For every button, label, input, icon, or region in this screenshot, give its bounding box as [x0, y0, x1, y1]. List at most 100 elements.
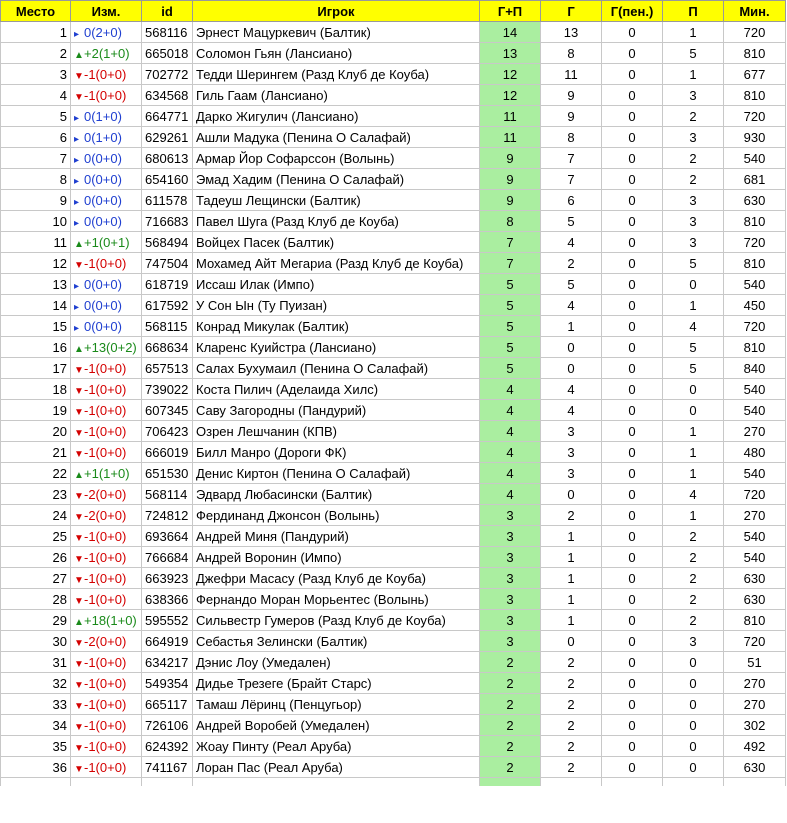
player-name-cell: Павел Шуга (Разд Клуб де Коуба) — [192, 210, 480, 232]
col-header-assists[interactable]: П — [662, 0, 724, 22]
change-value: +2(1+0) — [84, 45, 130, 61]
header-row: Место Изм. id Игрок Г+П Г Г(пен.) П Мин. — [0, 0, 786, 22]
table-row: 36 ▼-1(0+0) 741167 Лоран Пас (Реал Аруба) 2 2… — [0, 756, 786, 778]
goals-cell: 4 — [540, 231, 602, 253]
minutes-cell: 270 — [723, 504, 786, 526]
player-name-cell: Соломон Гьян (Лансиано) — [192, 42, 480, 64]
empty-cell — [601, 777, 663, 786]
change-value: 0(0+0) — [84, 318, 122, 334]
player-id-cell: 716683 — [141, 210, 193, 232]
change-value: 0(1+0) — [84, 108, 122, 124]
player-name-cell: Салах Бухумаил (Пенина О Салафай) — [192, 357, 480, 379]
minutes-cell: 810 — [723, 336, 786, 358]
player-id-cell: 739022 — [141, 378, 193, 400]
change-value: 0(0+0) — [84, 192, 122, 208]
empty-cell — [479, 777, 541, 786]
player-id-cell: 651530 — [141, 462, 193, 484]
player-id-cell: 568114 — [141, 483, 193, 505]
change-cell: ▼-1(0+0) — [70, 399, 142, 421]
change-cell: ▼-1(0+0) — [70, 357, 142, 379]
col-header-change[interactable]: Изм. — [70, 0, 142, 22]
penalty-goals-cell: 0 — [601, 231, 663, 253]
place-cell: 32 — [0, 672, 71, 694]
goals-cell: 11 — [540, 63, 602, 85]
table-row: 9 ▸ 0(0+0) 611578 Тадеуш Лещински (Балтик) 9 6… — [0, 189, 786, 211]
arrow-down-icon: ▼ — [74, 70, 84, 82]
arrow-right-icon: ▸ — [74, 196, 80, 208]
goals-assists-cell: 4 — [479, 399, 541, 421]
change-value: -1(0+0) — [84, 423, 127, 439]
goals-cell: 0 — [540, 630, 602, 652]
goals-cell: 1 — [540, 315, 602, 337]
change-cell: ▼-1(0+0) — [70, 525, 142, 547]
player-id-cell: 618719 — [141, 273, 193, 295]
change-cell: ▼-1(0+0) — [70, 420, 142, 442]
place-cell: 17 — [0, 357, 71, 379]
arrow-right-icon: ▸ — [74, 280, 80, 292]
change-value: -1(0+0) — [84, 528, 127, 544]
minutes-cell: 302 — [723, 714, 786, 736]
col-header-penalty-goals[interactable]: Г(пен.) — [601, 0, 663, 22]
assists-cell: 2 — [662, 168, 724, 190]
col-header-goals-assists[interactable]: Г+П — [479, 0, 541, 22]
goals-assists-cell: 9 — [479, 189, 541, 211]
minutes-cell: 540 — [723, 546, 786, 568]
player-name-cell: Фердинанд Джонсон (Волынь) — [192, 504, 480, 526]
penalty-goals-cell: 0 — [601, 567, 663, 589]
change-value: 0(2+0) — [84, 24, 122, 40]
change-cell: ▸ 0(0+0) — [70, 294, 142, 316]
goals-cell: 3 — [540, 420, 602, 442]
change-cell: ▲+1(0+1) — [70, 231, 142, 253]
minutes-cell: 480 — [723, 441, 786, 463]
minutes-cell: 630 — [723, 588, 786, 610]
player-name-cell: Андрей Миня (Пандурий) — [192, 525, 480, 547]
minutes-cell: 810 — [723, 609, 786, 631]
col-header-id[interactable]: id — [141, 0, 193, 22]
goals-cell: 1 — [540, 567, 602, 589]
goals-cell: 2 — [540, 651, 602, 673]
penalty-goals-cell: 0 — [601, 462, 663, 484]
table-row: 33 ▼-1(0+0) 665117 Тамаш Лёринц (Пенцугьор)… — [0, 693, 786, 715]
change-value: -2(0+0) — [84, 507, 127, 523]
goals-assists-cell: 2 — [479, 651, 541, 673]
arrow-down-icon: ▼ — [74, 658, 84, 670]
col-header-minutes[interactable]: Мин. — [723, 0, 786, 22]
player-name-cell: Тедди Шерингем (Разд Клуб де Коуба) — [192, 63, 480, 85]
goals-cell: 5 — [540, 273, 602, 295]
minutes-cell: 540 — [723, 273, 786, 295]
assists-cell: 2 — [662, 567, 724, 589]
empty-cell — [141, 777, 193, 786]
player-id-cell: 595552 — [141, 609, 193, 631]
player-id-cell: 611578 — [141, 189, 193, 211]
minutes-cell: 540 — [723, 462, 786, 484]
table-row: 18 ▼-1(0+0) 739022 Коста Пилич (Аделаида Хи… — [0, 378, 786, 400]
player-id-cell: 747504 — [141, 252, 193, 274]
place-cell: 6 — [0, 126, 71, 148]
col-header-player[interactable]: Игрок — [192, 0, 480, 22]
minutes-cell: 720 — [723, 630, 786, 652]
goals-cell: 4 — [540, 378, 602, 400]
change-value: -1(0+0) — [84, 675, 127, 691]
goals-cell: 2 — [540, 252, 602, 274]
penalty-goals-cell: 0 — [601, 105, 663, 127]
goals-assists-cell: 3 — [479, 630, 541, 652]
penalty-goals-cell: 0 — [601, 147, 663, 169]
player-name-cell: Коста Пилич (Аделаида Хилс) — [192, 378, 480, 400]
goals-cell: 2 — [540, 504, 602, 526]
change-value: -2(0+0) — [84, 633, 127, 649]
change-cell: ▼-1(0+0) — [70, 441, 142, 463]
col-header-place[interactable]: Место — [0, 0, 71, 22]
penalty-goals-cell: 0 — [601, 609, 663, 631]
assists-cell: 0 — [662, 714, 724, 736]
col-header-goals[interactable]: Г — [540, 0, 602, 22]
change-value: -1(0+0) — [84, 255, 127, 271]
goals-cell: 1 — [540, 588, 602, 610]
change-value: -1(0+0) — [84, 591, 127, 607]
change-cell: ▸ 0(2+0) — [70, 21, 142, 43]
change-cell: ▼-2(0+0) — [70, 483, 142, 505]
table-row: 4 ▼-1(0+0) 634568 Гиль Гаам (Лансиано) 12 9 0 3… — [0, 84, 786, 106]
arrow-right-icon: ▸ — [74, 322, 80, 334]
goals-assists-cell: 5 — [479, 294, 541, 316]
goals-assists-cell: 3 — [479, 546, 541, 568]
change-value: 0(0+0) — [84, 171, 122, 187]
